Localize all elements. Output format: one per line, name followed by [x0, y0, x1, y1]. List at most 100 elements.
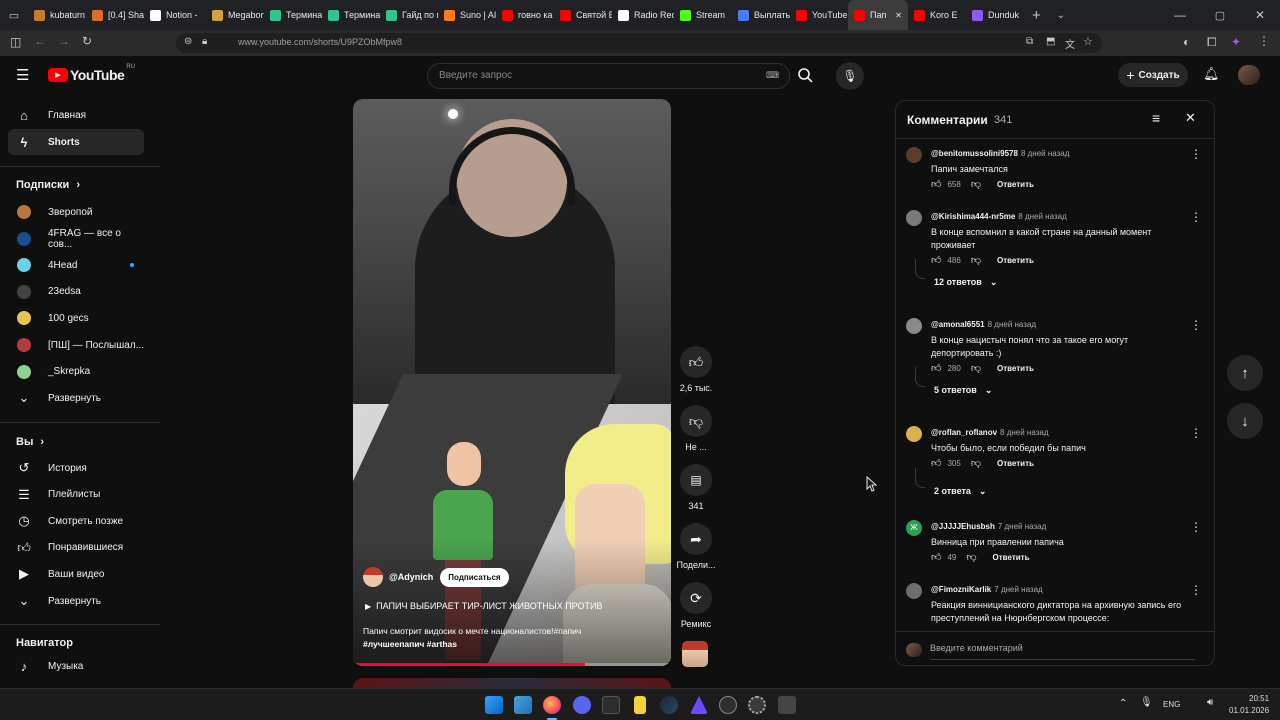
hamburger-menu-icon[interactable]: ☰ — [16, 66, 29, 84]
subscriptions-section-title[interactable]: Подписки › — [16, 179, 80, 191]
tab-close-icon[interactable]: ✕ — [895, 11, 902, 20]
app-icon[interactable] — [778, 696, 796, 714]
sidebar-item[interactable]: ⌂ Главная — [8, 102, 144, 128]
channel-avatar[interactable] — [363, 567, 383, 587]
account-avatar[interactable] — [1238, 65, 1260, 85]
channel-name[interactable]: @Adynich — [389, 572, 433, 582]
search-input[interactable]: Введите запрос ⌨ — [427, 63, 790, 89]
dislike-icon[interactable]: 👎︎ — [971, 254, 981, 266]
comment-time[interactable]: 8 дней назад — [1018, 212, 1066, 221]
subscription-item[interactable]: 4FRAG — все о сов... — [8, 226, 144, 252]
previous-short-button[interactable]: ↑ — [1227, 355, 1263, 391]
tab-list-chevron-icon[interactable]: ⌄ — [1057, 10, 1065, 21]
file-explorer-icon[interactable] — [514, 696, 532, 714]
close-window-button[interactable]: ✕ — [1240, 8, 1280, 22]
comment-time[interactable]: 7 дней назад — [998, 522, 1046, 531]
commenter-avatar[interactable] — [906, 318, 922, 334]
dislike-icon[interactable]: 👎︎ — [966, 551, 976, 563]
subscription-item[interactable]: [ПШ] — Послышал... — [8, 332, 144, 358]
sticky-notes-icon[interactable] — [634, 696, 646, 714]
browser-menu-icon[interactable]: ⋮ — [1258, 34, 1270, 48]
extension-purple-icon[interactable]: ✦ — [1231, 35, 1241, 49]
browser-tab[interactable]: Koro E — [908, 0, 966, 30]
forward-icon[interactable]: → — [58, 34, 70, 48]
comments-action[interactable]: ▤ 341 — [676, 464, 716, 511]
tray-chevron-up-icon[interactable]: ⌃ — [1119, 698, 1127, 709]
browser-tab[interactable]: Святой В — [554, 0, 612, 30]
browser-tab[interactable]: Выплаты — [732, 0, 790, 30]
site-info-icon[interactable]: ⊜ — [184, 36, 192, 47]
commenter-avatar[interactable] — [906, 210, 922, 226]
subscription-item[interactable]: Зверопой — [8, 199, 144, 225]
like-icon[interactable]: 👍︎ — [931, 362, 941, 374]
comment-menu-icon[interactable]: ⋮ — [1190, 147, 1202, 161]
sound-thumbnail[interactable] — [682, 641, 708, 667]
like-action[interactable]: 👍︎ 2,6 тыс. — [676, 346, 716, 393]
sidebar-item[interactable]: ♪ Музыка — [8, 653, 144, 679]
screenshot-icon[interactable]: ⧉ — [1026, 36, 1033, 47]
back-icon[interactable]: ← — [34, 34, 46, 48]
clock-date[interactable]: 01.01.2026 — [1229, 706, 1269, 715]
navigator-section-title[interactable]: Навигатор — [16, 637, 73, 649]
short-video-player[interactable]: @Adynich Подписаться ▶ ПАПИЧ ВЫБИРАЕТ ТИ… — [353, 99, 671, 666]
create-button[interactable]: + Создать — [1118, 63, 1188, 87]
show-replies-button[interactable]: 2 ответа ⌄ — [934, 486, 986, 497]
reply-button[interactable]: Ответить — [997, 256, 1034, 265]
browser-tab[interactable]: Radio Rec — [612, 0, 674, 30]
sidebar-item[interactable]: ϟ Shorts — [8, 129, 144, 155]
reply-button[interactable]: Ответить — [997, 459, 1034, 468]
comment-author[interactable]: @roflan_roflanov — [931, 428, 997, 437]
comment-author[interactable]: @FimozniKarlik — [931, 585, 991, 594]
browser-tab[interactable]: Пап ✕ — [848, 0, 908, 30]
bookmark-star-icon[interactable]: ☆ — [1083, 35, 1093, 48]
search-button[interactable] — [790, 63, 822, 89]
dislike-action[interactable]: 👎︎ Не ... — [676, 405, 716, 452]
reload-icon[interactable]: ↻ — [82, 34, 92, 48]
short-hashtags[interactable]: #лучшеепапич #arthas — [363, 639, 457, 649]
translate-icon[interactable]: 文 — [1065, 36, 1075, 51]
volume-icon[interactable]: 🔊︎ — [1207, 697, 1213, 708]
dislike-icon[interactable]: 👎︎ — [971, 178, 981, 190]
next-short-button[interactable]: ↓ — [1227, 403, 1263, 439]
steam-icon[interactable] — [660, 696, 678, 714]
comment-menu-icon[interactable]: ⋮ — [1190, 520, 1202, 534]
show-replies-button[interactable]: 5 ответов ⌄ — [934, 385, 992, 396]
reply-button[interactable]: Ответить — [993, 553, 1030, 562]
firefox-icon[interactable] — [543, 696, 561, 714]
reply-button[interactable]: Ответить — [997, 180, 1034, 189]
comment-time[interactable]: 7 дней назад — [994, 585, 1042, 594]
subscription-item[interactable]: _Skrepka — [8, 359, 144, 385]
like-icon[interactable]: 👍︎ — [931, 551, 941, 563]
close-icon[interactable]: ✕ — [1185, 110, 1196, 126]
browser-tab[interactable]: Stream — [674, 0, 732, 30]
comment-author[interactable]: @benitomussolini9578 — [931, 149, 1018, 158]
browser-tab[interactable]: [0.4] Shar — [86, 0, 144, 30]
comment-author[interactable]: @JJJJJEhusbsh — [931, 522, 995, 531]
like-icon[interactable]: 👍︎ — [931, 457, 941, 469]
browser-tab[interactable]: Гайд по п — [380, 0, 438, 30]
sidebar-item[interactable]: ⌄ Развернуть — [8, 385, 144, 411]
sidebar-item[interactable]: ▶ Ваши видео — [8, 561, 144, 587]
start-windows-icon[interactable] — [485, 696, 503, 714]
short-title-row[interactable]: ▶ ПАПИЧ ВЫБИРАЕТ ТИР-ЛИСТ ЖИВОТНЫХ ПРОТИ… — [365, 601, 602, 611]
next-short-preview[interactable] — [353, 678, 671, 688]
sidebar-item[interactable]: 👍︎ Понравившиеся — [8, 535, 144, 561]
save-page-icon[interactable]: ⬒ — [1046, 36, 1055, 47]
sidebar-item[interactable]: ⌄ Развернуть — [8, 588, 144, 614]
commenter-avatar[interactable]: Ж — [906, 520, 922, 536]
comment-time[interactable]: 8 дней назад — [988, 320, 1036, 329]
sidebar-item[interactable]: ☰ Плейлисты — [8, 482, 144, 508]
notifications-bell-icon[interactable]: 🔔︎ — [1203, 66, 1220, 82]
browser-tab[interactable]: kubaturn — [28, 0, 86, 30]
sidebar-toggle-icon[interactable]: ◫ — [10, 35, 21, 49]
commenter-avatar[interactable] — [906, 426, 922, 442]
reply-button[interactable]: Ответить — [997, 364, 1034, 373]
subscribe-button[interactable]: Подписаться — [440, 567, 509, 587]
comment-menu-icon[interactable]: ⋮ — [1190, 318, 1202, 332]
comment-author[interactable]: @Kirishima444-nr5me — [931, 212, 1015, 221]
tab-actions-icon[interactable]: ▭ — [0, 9, 28, 22]
browser-tab[interactable]: YouTube — [790, 0, 848, 30]
subscription-item[interactable]: 100 gecs — [8, 305, 144, 331]
video-progress-track[interactable] — [353, 663, 671, 666]
url-field[interactable]: ⊜ 🔒︎ www.youtube.com/shorts/U9PZObMfpw8 … — [176, 33, 1102, 53]
